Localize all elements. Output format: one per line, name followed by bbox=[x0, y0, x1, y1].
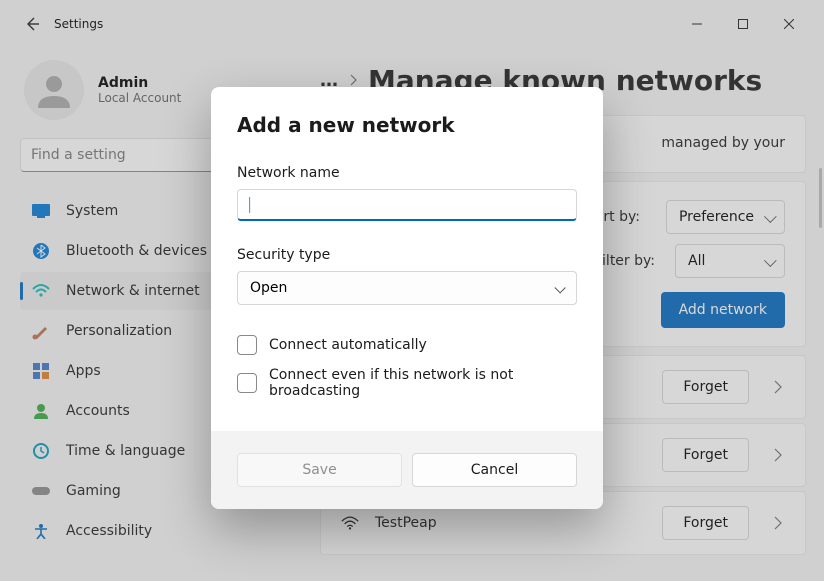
connect-auto-checkbox[interactable] bbox=[237, 335, 257, 355]
dialog-footer: Save Cancel bbox=[211, 431, 603, 509]
security-type-label: Security type bbox=[237, 247, 577, 263]
network-name-input[interactable] bbox=[237, 189, 577, 221]
save-button[interactable]: Save bbox=[237, 453, 402, 487]
cancel-button[interactable]: Cancel bbox=[412, 453, 577, 487]
connect-hidden-label: Connect even if this network is not broa… bbox=[269, 367, 577, 399]
network-name-label: Network name bbox=[237, 165, 577, 181]
security-type-value: Open bbox=[250, 280, 287, 296]
security-type-combo[interactable]: Open bbox=[237, 271, 577, 305]
connect-hidden-checkbox[interactable] bbox=[237, 373, 257, 393]
connect-auto-row[interactable]: Connect automatically bbox=[237, 335, 577, 355]
connect-auto-label: Connect automatically bbox=[269, 337, 427, 353]
connect-hidden-row[interactable]: Connect even if this network is not broa… bbox=[237, 367, 577, 399]
dialog-title: Add a new network bbox=[237, 113, 577, 137]
add-network-dialog: Add a new network Network name | Securit… bbox=[211, 87, 603, 509]
